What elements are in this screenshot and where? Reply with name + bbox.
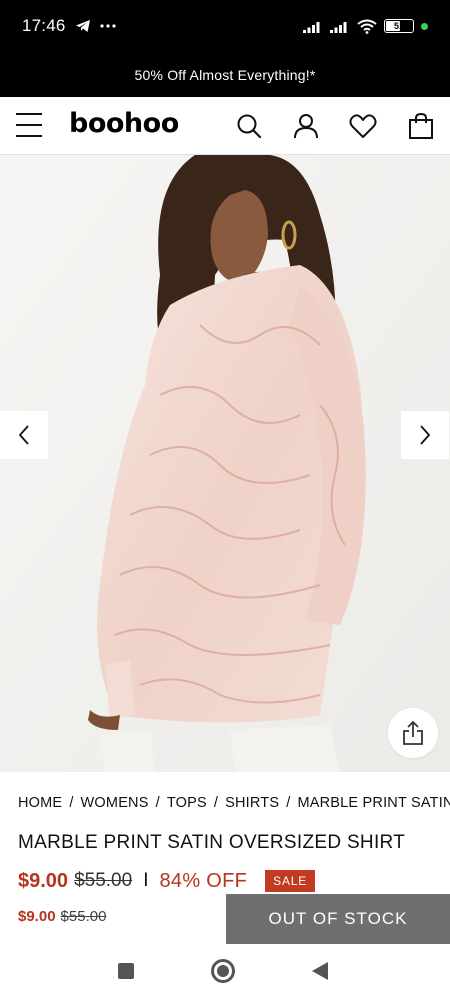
breadcrumb-item-shirts[interactable]: SHIRTS: [225, 795, 279, 811]
original-price: $55.00: [74, 870, 133, 891]
breadcrumb-item-womens[interactable]: WOMENS: [81, 795, 149, 811]
sticky-purchase-bar: $9.00 $55.00 OUT OF STOCK: [0, 894, 450, 944]
current-price: $9.00: [18, 869, 69, 892]
chevron-left-icon: [18, 425, 29, 445]
telegram-icon: [75, 20, 90, 32]
share-button[interactable]: [388, 708, 438, 758]
breadcrumb-separator: /: [213, 795, 219, 811]
chevron-right-icon: [420, 425, 431, 445]
search-icon[interactable]: [234, 111, 264, 141]
sale-badge: SALE: [265, 870, 316, 892]
shopping-bag-icon[interactable]: [406, 111, 436, 141]
recent-apps-icon[interactable]: [118, 963, 134, 979]
signal-icon-2: [330, 21, 347, 33]
signal-icon: [303, 21, 320, 33]
privacy-indicator-dot: [421, 22, 428, 30]
more-dots-icon: [99, 24, 116, 28]
share-icon: [403, 720, 423, 745]
back-icon[interactable]: [312, 962, 328, 980]
promo-text: 50% Off Almost Everything!*: [134, 66, 316, 83]
promo-banner[interactable]: 50% Off Almost Everything!*: [0, 52, 450, 97]
breadcrumb-separator: /: [155, 795, 160, 811]
status-bar: 17:46 51: [0, 0, 450, 52]
home-icon[interactable]: [211, 959, 235, 983]
sticky-original-price: $55.00: [60, 908, 107, 925]
breadcrumb-item-current: MARBLE PRINT SATIN OVERSIZED SHIRT: [297, 795, 450, 811]
sticky-current-price: $9.00: [18, 908, 56, 925]
breadcrumb-separator: /: [69, 795, 74, 811]
status-left: 17:46: [22, 16, 116, 36]
next-image-button[interactable]: [401, 411, 449, 459]
wishlist-heart-icon[interactable]: [348, 111, 378, 141]
product-title: MARBLE PRINT SATIN OVERSIZED SHIRT: [18, 832, 406, 853]
status-time: 17:46: [22, 16, 66, 35]
breadcrumb-separator: /: [286, 795, 291, 811]
status-right: 51: [303, 19, 428, 34]
boohoo-logo[interactable]: boohoo: [69, 108, 179, 139]
wifi-icon: [357, 19, 377, 34]
price-row: $9.00 $55.00 I 84% OFF SALE: [18, 866, 316, 896]
sticky-prices: $9.00 $55.00: [18, 908, 106, 925]
site-header: boohoo: [0, 97, 450, 155]
previous-image-button[interactable]: [0, 411, 48, 459]
battery-indicator: 51: [384, 19, 414, 33]
system-navigation-bar: [0, 944, 450, 1000]
discount-percentage: 84% OFF: [159, 869, 248, 892]
breadcrumb: HOME / WOMENS / TOPS / SHIRTS / MARBLE PRINT SAT…: [18, 795, 450, 811]
product-image: [0, 155, 450, 772]
menu-icon[interactable]: [16, 113, 42, 137]
battery-level: 51: [393, 21, 404, 31]
account-icon[interactable]: [291, 111, 321, 141]
price-separator: I: [143, 870, 149, 891]
breadcrumb-item-home[interactable]: HOME: [18, 795, 62, 811]
breadcrumb-item-tops[interactable]: TOPS: [167, 795, 207, 811]
out-of-stock-button[interactable]: OUT OF STOCK: [226, 894, 450, 944]
product-image-gallery[interactable]: [0, 155, 450, 772]
